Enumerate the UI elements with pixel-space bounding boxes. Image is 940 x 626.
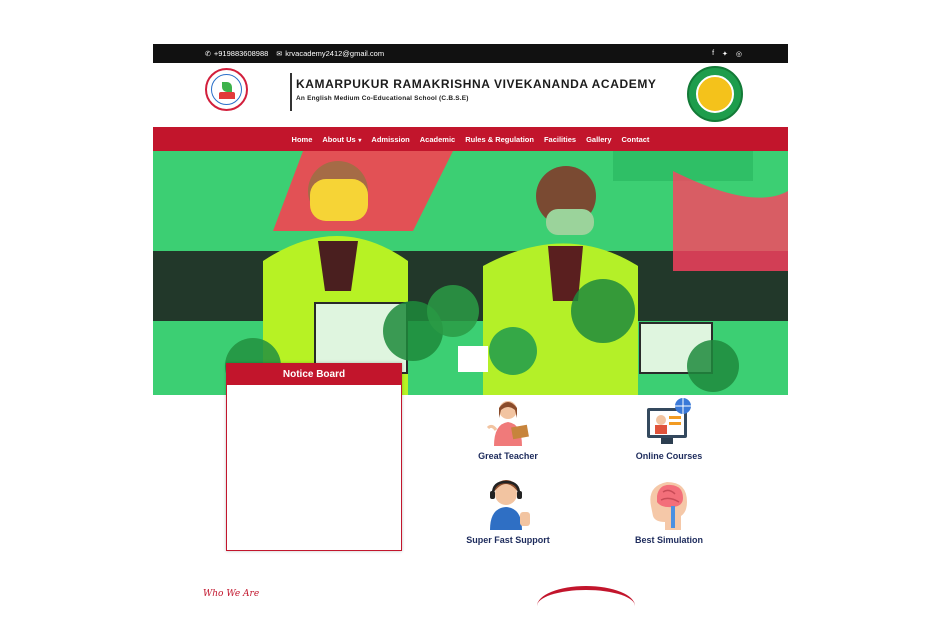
main-nav: Home About Us ▾ Admission Academic Rules… xyxy=(153,127,788,151)
nav-facilities[interactable]: Facilities xyxy=(544,135,576,144)
nav-admission[interactable]: Admission xyxy=(371,135,409,144)
cbse-logo xyxy=(687,66,743,122)
phone-number: +919883608988 xyxy=(213,49,269,58)
feature-online-courses-label: Online Courses xyxy=(635,451,703,461)
feature-great-teacher-label: Great Teacher xyxy=(478,451,538,461)
online-courses-icon xyxy=(647,398,691,444)
feature-best-simulation-label: Best Simulation xyxy=(634,535,703,545)
phone-contact[interactable]: ✆ +919883608988 xyxy=(205,49,268,58)
feature-great-teacher[interactable]: Great Teacher xyxy=(448,396,568,461)
feature-super-fast-support[interactable]: Super Fast Support xyxy=(448,476,568,545)
teacher-icon xyxy=(486,401,529,446)
nav-about-us-label: About Us xyxy=(322,134,356,144)
support-agent-icon xyxy=(490,480,530,530)
mail-icon: ✉ xyxy=(276,50,283,58)
nav-home[interactable]: Home xyxy=(292,135,313,144)
who-we-are-heading: Who We Are xyxy=(203,589,260,599)
phone-icon: ✆ xyxy=(205,50,211,58)
hero-image xyxy=(153,151,788,395)
school-subtitle: An English Medium Co-Educational School … xyxy=(296,95,469,102)
site-container: ✆ +919883608988 ✉ krvacademy2412@gmail.c… xyxy=(153,44,788,395)
chevron-down-icon: ▾ xyxy=(356,137,362,144)
logo-leaf xyxy=(222,82,232,92)
email-address: krvacademy2412@gmail.com xyxy=(285,49,385,58)
nav-contact[interactable]: Contact xyxy=(622,135,650,144)
logo-book xyxy=(219,92,235,99)
school-title: KAMARPUKUR RAMAKRISHNA VIVEKANANDA ACADE… xyxy=(296,77,657,91)
email-contact[interactable]: ✉ krvacademy2412@gmail.com xyxy=(276,49,384,58)
decorative-arc xyxy=(537,586,635,626)
nav-about-us[interactable]: About Us ▾ xyxy=(322,135,361,144)
site-header: KAMARPUKUR RAMAKRISHNA VIVEKANANDA ACADE… xyxy=(153,63,788,127)
cbse-logo-ring xyxy=(696,75,734,113)
social-links: f ✦ ◎ xyxy=(704,44,742,63)
header-divider xyxy=(290,73,292,111)
notice-board-title: Notice Board xyxy=(227,364,401,385)
notice-board: Notice Board xyxy=(226,363,402,551)
school-logo[interactable] xyxy=(205,68,248,111)
feature-best-simulation[interactable]: Best Simulation xyxy=(609,476,729,545)
twitter-icon[interactable]: ✦ xyxy=(722,50,728,58)
brain-icon xyxy=(650,482,687,530)
facebook-icon[interactable]: f xyxy=(712,50,714,57)
hero-banner xyxy=(153,151,788,395)
whatsapp-icon[interactable]: ◎ xyxy=(736,50,742,58)
nav-rules-regulation[interactable]: Rules & Regulation xyxy=(465,135,534,144)
top-contact-bar: ✆ +919883608988 ✉ krvacademy2412@gmail.c… xyxy=(153,44,788,63)
nav-gallery[interactable]: Gallery xyxy=(586,135,611,144)
feature-super-fast-support-label: Super Fast Support xyxy=(466,535,550,545)
feature-online-courses[interactable]: Online Courses xyxy=(609,396,729,461)
nav-academic[interactable]: Academic xyxy=(420,135,455,144)
